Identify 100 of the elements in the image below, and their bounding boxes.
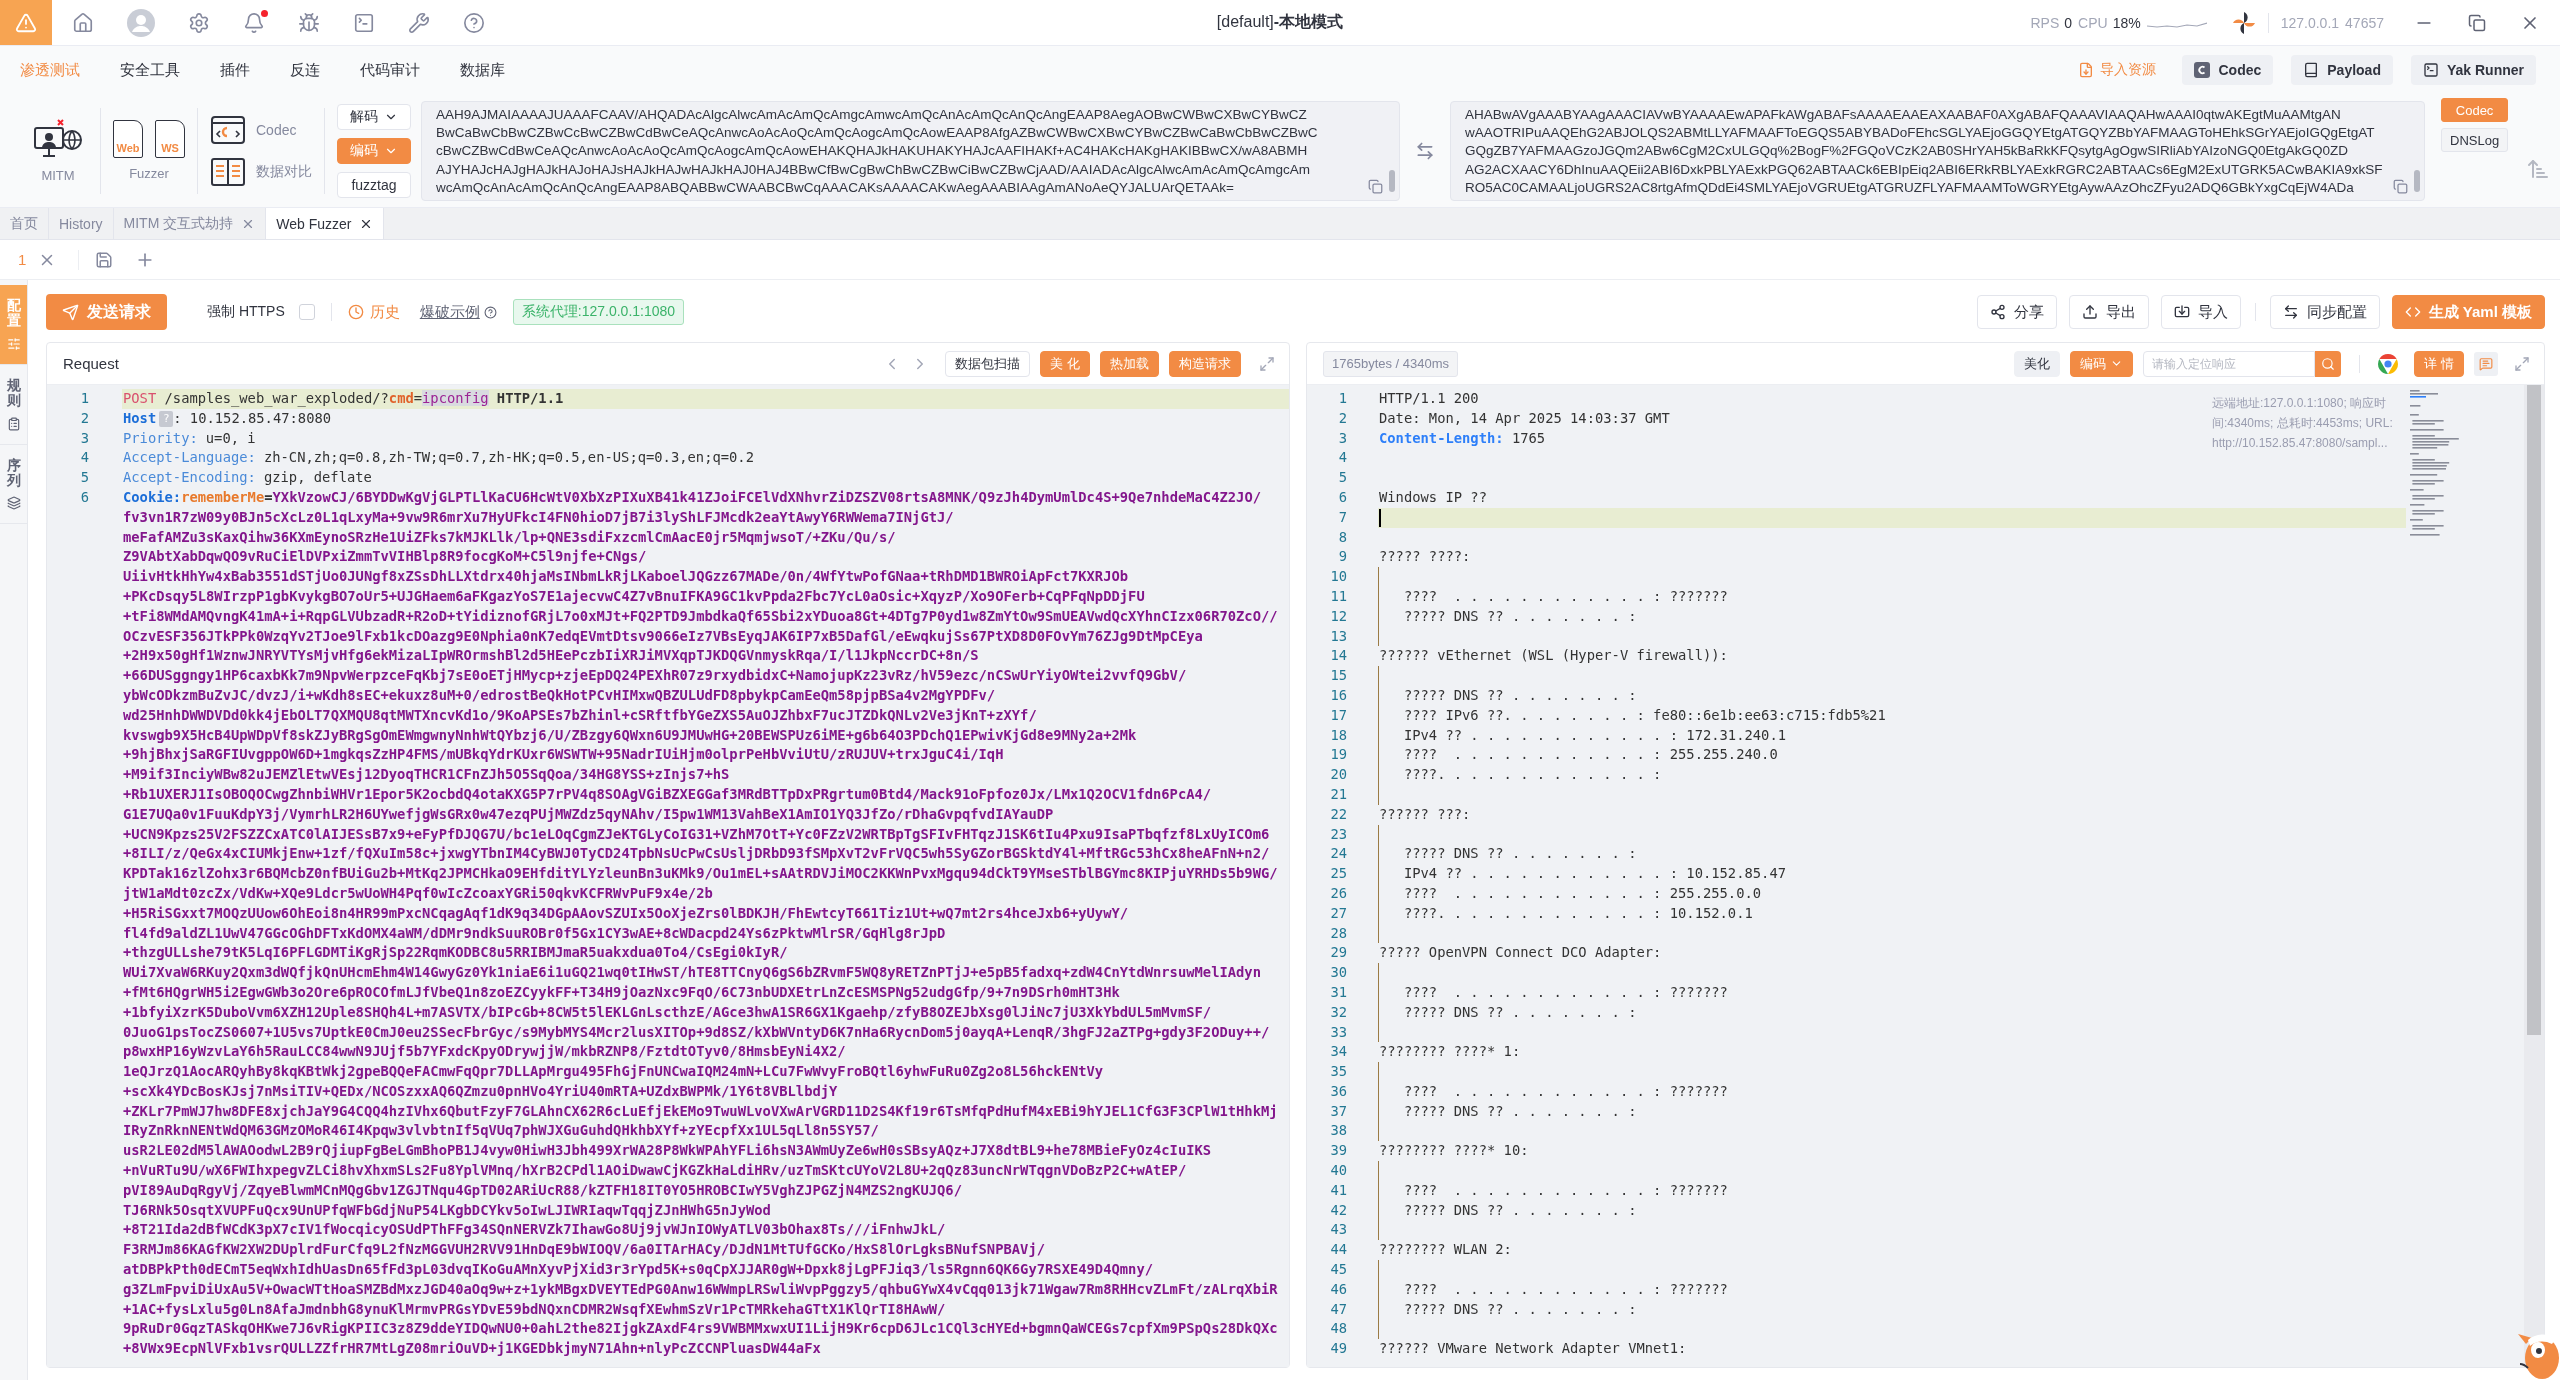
line-number: 1 [1338,389,1347,408]
code-icon [2404,304,2421,320]
tab[interactable]: 首页 [0,208,49,239]
message-button[interactable] [2474,351,2498,376]
cookie-value: usR2LE02dM5lAWAOodwL2B9rQjiupFgBeLGmBhoPB1J4vyw0HiwH3Jbh499XrWA28P8WkWPAhYFLi6hsN3AWmUyZe6wH0sSBsyAQz+J7X8dtBL9+he78MBieFyOz4cIuIKS [123,1141,1212,1161]
line-number: 19 [1330,745,1347,765]
help-icon[interactable] [463,11,485,34]
line-number: 26 [1330,883,1347,903]
tool-button[interactable]: Codec [210,114,312,145]
restore-icon[interactable] [2468,13,2486,32]
menu-item[interactable]: 安全工具 [120,60,180,80]
line-number: 20 [1330,765,1347,785]
cookie-value: 0JuoG1psTocZS0607+1U5vs7UptkE0CmJ0eu2SSecFbrGyc/s9MybMYS4Mcr2lusXITOp+9d8SZ/kXbWVntyD6K7nHa6RycnDom5j0ayqA+LenqR/3hgFJ2aZTPg+gdy3F2ODuy++/ [123,1022,1270,1042]
menu-item[interactable]: 数据库 [460,60,505,80]
cookie-value: atDBPkPth0dECmT5eqWxhIdhUasDn65fFd3pL03dvqIKoGuAMnXyvPjXid3r3rYpd5K+s0qCpXJJAR0gW+Dpxk8jLgPFJiq3/ls5Rgnn6QK6Gy7RSXE49D4Qmny/ [123,1260,1153,1280]
line-number: 9 [1338,547,1347,567]
menu-item[interactable]: 插件 [220,60,250,80]
side-tab[interactable]: 序列 [0,444,27,525]
output-field[interactable]: AHABwAVgAAABYAAgAAACIAVwBYAAAAEwAPAFkAWgABAFsAAAAEAAEAXAABAF0AXgABAFQAAAVIAAQAHwAAAI0qtwAKEgtMuAAMtgAN wAAOTRIPuAAQEhG2ABJOLQS2ABMtLLYAFMAAFToEGQS5ABYBADoFEhcSGLYAEjoGGQYEtgATGQYZBbYAFMAAGToHEhkSGrYAEjoIGQgEtgAT GQgZB7YAFMAAGzoJGQm2ABw6CgM2CxULGQq%2BogF%2FGQoVCzK2AB0SHrYAH5kBaRkKFQsytgAgOgwSIRliAbYAIzoNGQ0EtgAkGQ0ZD AG2ACXAACY6DhInuAAQEii2ABI6DxkPBLYAExkPGQ62ABTAACk6EBIpEiq2ABI6ERkRBLYAExkRGRC2ABTAACs6EgM2ExUTGRK5ACwBAKIA9xkSF RO5AC0CAMAALjoUGRS2AC8rtgAfmQDdEi4SMLYAEjoVGRUEtgATGRUZFLYAFMAAMToWGRYEtgAywAAzOhcZFyu2ADQ6GBkYxgCqEjW4ADa [1450,100,2425,201]
terminal-icon[interactable] [353,11,375,34]
browser-icon[interactable] [2378,353,2399,374]
warning-logo-icon[interactable] [0,0,52,45]
book-icon [2303,62,2320,78]
example-link[interactable]: 爆破示例 [419,302,497,322]
wrench-icon[interactable] [408,11,430,34]
line-number: 6 [80,488,89,507]
copy-icon[interactable] [2393,178,2408,194]
scrollbar-thumb[interactable] [2527,385,2541,1035]
action-button[interactable]: 同步配置 [2269,295,2380,329]
cookie-value: fv3vn1R7zW09y0BJn5cXcLz0L1qLxyMa+9vw9R6mrXu7HyUFkcI4FN0hioD7jB7i3lyShLFJMcdk2eaYtAwyY6RWWema7INjGtJ/ [123,507,954,527]
pinwheel-logo-icon [2231,10,2256,35]
cookie-value: +1bfyiXzrK5DuboVvm6XZH12Uple8SHQh4L+m7ASVTX/bIPcGb+8CW5t5lEKLGnLscthzE/AGce3hwA1SR6GX1Kgaehp/zfyB8OZEJbXsg0lJiNc7jU3XkYbdUL5mMvmSF/ [123,1002,1212,1022]
line-number: 38 [1330,1121,1347,1141]
toolbar-button[interactable]: 美化 [2014,350,2061,377]
mitm-button[interactable]: MITM [28,118,88,183]
line-number: 47 [1330,1299,1347,1319]
fuzztag-button[interactable]: fuzztag [337,171,411,198]
swap-icon[interactable] [1415,140,1435,161]
header-name: Priority: [123,428,198,448]
cookie-value: fl4fd9aldZL1UwV47GGcOGhDFTxKdOMX4aWM/dDMr9ndkSuuROBr0f5Gx1CY3wAE+8cWDacpd24Ys6zPktwMlrSR/GqHlg8rJpD [123,923,946,943]
code-line: ????? DNS ?? . . . . . . . : [1402,1002,1637,1022]
header-value: gzip, deflate [263,468,372,488]
avatar-icon[interactable] [127,8,155,37]
side-tab[interactable]: DNSLog [2441,128,2509,152]
tab[interactable]: Web Fuzzer [266,208,385,239]
scrollbar-thumb[interactable] [1389,169,1395,192]
code-line: ???? . . . . . . . . . . . . : ??????? [1402,1081,1728,1101]
scrollbar-thumb[interactable] [2414,169,2420,192]
search-icon [2321,356,2336,371]
cookie-value: jtW1aMdt0zcZx/VdKw+XQe9Ldcr5wUoWH4Pqf0wIcZcoaxYGRi50qkvKCFRWvPuF9x4e/2b [123,883,713,903]
cookie-value: wd25HnhDWWDVDd0kk4jEbOLT7QXMQU8qtMWTXncvKd1o/9KoAPSEs7bZhinl+cSRftfbYGeZXS5AuOJZhbxF7ucJTZDkQNLv2Ve3jKnT+zXYf/ [123,705,1037,725]
expand-icon[interactable] [2514,355,2530,372]
cookie-value: +H5RiSGxxt7MOQzUUow6OhEoi8n4HR99mPxcNCqagAqf1dK9q34DGpAAovSZUIx5OoXjeZrs0lBDKJH/FhEwtcyT661Tiz1Ut+wQ7mt2rs4hceJxb6+yUywY/ [123,903,1129,923]
tool-button[interactable]: Codec [2182,55,2274,85]
expand-icon[interactable] [1259,355,1275,372]
bell-icon[interactable] [243,11,265,34]
line-number: 1 [80,389,89,408]
settings-icon[interactable] [188,11,210,34]
checkbox[interactable] [298,304,315,320]
terminal-icon [2422,62,2439,78]
menu-item[interactable]: 代码审计 [360,60,420,80]
tool-button[interactable]: 数据对比 [210,156,312,187]
window-title: [default]-本地模式 [1216,12,1344,32]
menu-item[interactable]: 反连 [290,60,320,80]
line-number: 25 [1330,864,1347,884]
panel-title: Request [63,355,119,372]
code-line: ???? . . . . . . . . . . . . : ??????? [1402,1279,1728,1299]
search-button[interactable] [2315,350,2342,377]
toolbar-button[interactable]: 数据包扫描 [945,350,1031,377]
line-number: 44 [1330,1240,1347,1260]
tool-button[interactable]: Payload [2291,55,2393,85]
line-number: 33 [1330,1022,1347,1042]
tool-button[interactable]: Yak Runner [2410,55,2536,85]
code-line: IPv4 ?? . . . . . . . . . . . . : 172.31.240.1 [1402,725,1786,745]
header-value: : 10.152.85.47:8080 [173,408,332,428]
input-field[interactable]: AAH9AJMAIAAAAJUAAAFCAAV/AHQADAcAlgcAlwcAmAcAmQcAmgcAmwcAmQcAnAcAmQcAnQcAngEAAP8AegAOBwCWBwCXBwCYBwCZ BwCaBwCbBwCZBwCcBwCZBwCdBwCeAQcAnwcAoAcAoQcAmQcAogcAmQcAowEAAP8AfgAZBwCWBwCXBwCYBwCZBwCaBwCbBwCZBwC cBwCZBwCdBwCeAQcAnwcAoAcAoQcAmQcAogcAmQcAowEHAKQHAJkHAKUHAKYHAJcAAFIHAKf+AC4HAKcHAKgHAKIBBwCX/wA8ABMH AJYHAJcHAJgHAJkHAJoHAJsHAJkHAJwHAJkHAJ0HAJ4BBwCfBwCgBwChBwCZBwCiBwCZBwCjAAD/AAIADAcAlgcAlwcAmAcAmQcAmgcAm wcAmQcAnAcAmQcAnQcAngEAAP8ABQABBwCWAABCBwCqAAACAKsAAAACAKwAegAAABIAAgAmANoAeQYJALUArQETAAk= [421,100,1400,201]
dropdown-button[interactable]: 解码 [337,103,411,130]
code-line: ???? IPv6 ??. . . . . . . . : fe80::6e1b:ee63:c715:fdb5%21 [1402,705,1886,725]
save-icon[interactable] [95,250,114,269]
cookie-value: +M9if3InciyWBw82uJEMZlEtwVEsj12DyoqTHCR1CFnZJh5O5SqQoa/34HG8YSS+zInjs7+hS [123,765,730,785]
action-button[interactable]: 分享 [1976,295,2057,329]
code-line: ???? . . . . . . . . . . . . : 255.255.0.0 [1402,883,1762,903]
action-button[interactable]: 导出 [2068,295,2149,329]
cookie-value: +ZKLr7PmWJ7hw8DFE8xjchJaY9G4CQQ4hzIVhx6QbutFzyF7GLAhnCX62R6cLuEfjEkEMo9TwuWLvoVXwArVGRD11D2S4Kf19r6TsMfqPdHufM4xEBi9hYJEL1CfG3F3CPlW1tHhkMj [123,1101,1278,1121]
rps-label: RPS [2030,14,2060,31]
header-value: u=0, i [205,428,256,448]
tab[interactable]: History [49,208,114,239]
cookie-value: rememberMe=YXkVzowCJ/6BYDDwKgVjGLPTLlKaCU6HcWtV0XbXzPIXuXB41k41ZJoiFCElVdXNhvrZiDZSZV08rtsA8MNK/Q9zJh4DymUmlDc4S+9Qe7nhdeMaC4Z2JO/ [181,488,1261,507]
bug-icon[interactable] [298,11,320,34]
cookie-value: +fMt6HQgrWH5i2EgwGWb3o2Ore6pROCOfmLJfVbeQ1n8zoEZCyykFF+T34H9jOazNxc9FqO/6C73nbUDXEtrLnZcESMSPNg52udgGfp/9+7n9DSrh0mHT3Hk [123,982,1120,1002]
home-icon[interactable] [72,11,94,34]
action-button[interactable]: 导入 [2160,295,2241,329]
layers-icon [6,496,21,511]
line-number: 23 [1330,824,1347,844]
copy-icon[interactable] [1368,178,1383,194]
side-tab[interactable]: 规则 [0,364,27,445]
cookie-value: F3RMJm86KAGfKW2XW2DUplrdFurCfq9L2fNzMGGVUH2RVV91HnDqE9bWIOQV/6a0ITArHACy/DJdN1MtTUfGCKo/HxS8lOrLgksBNufSNPBAVj/ [123,1240,1045,1260]
cookie-value: +UCN9Kpzs25V2FSZZCxATC0lAIJESsB7x9+eFyPfDJQG7U/bc1eLOqCgmZJeKTGLyCoIG31+VZhM7OtT+Yc0FZzV2WRTBpTgSFIvFHTqzJ1SK6tIu4Pxu9IsaPTbqfzf8LxUyICOm6 [123,824,1270,844]
search-field[interactable]: 请输入定位响应 [2143,350,2316,377]
sort-icon[interactable] [2526,157,2551,181]
